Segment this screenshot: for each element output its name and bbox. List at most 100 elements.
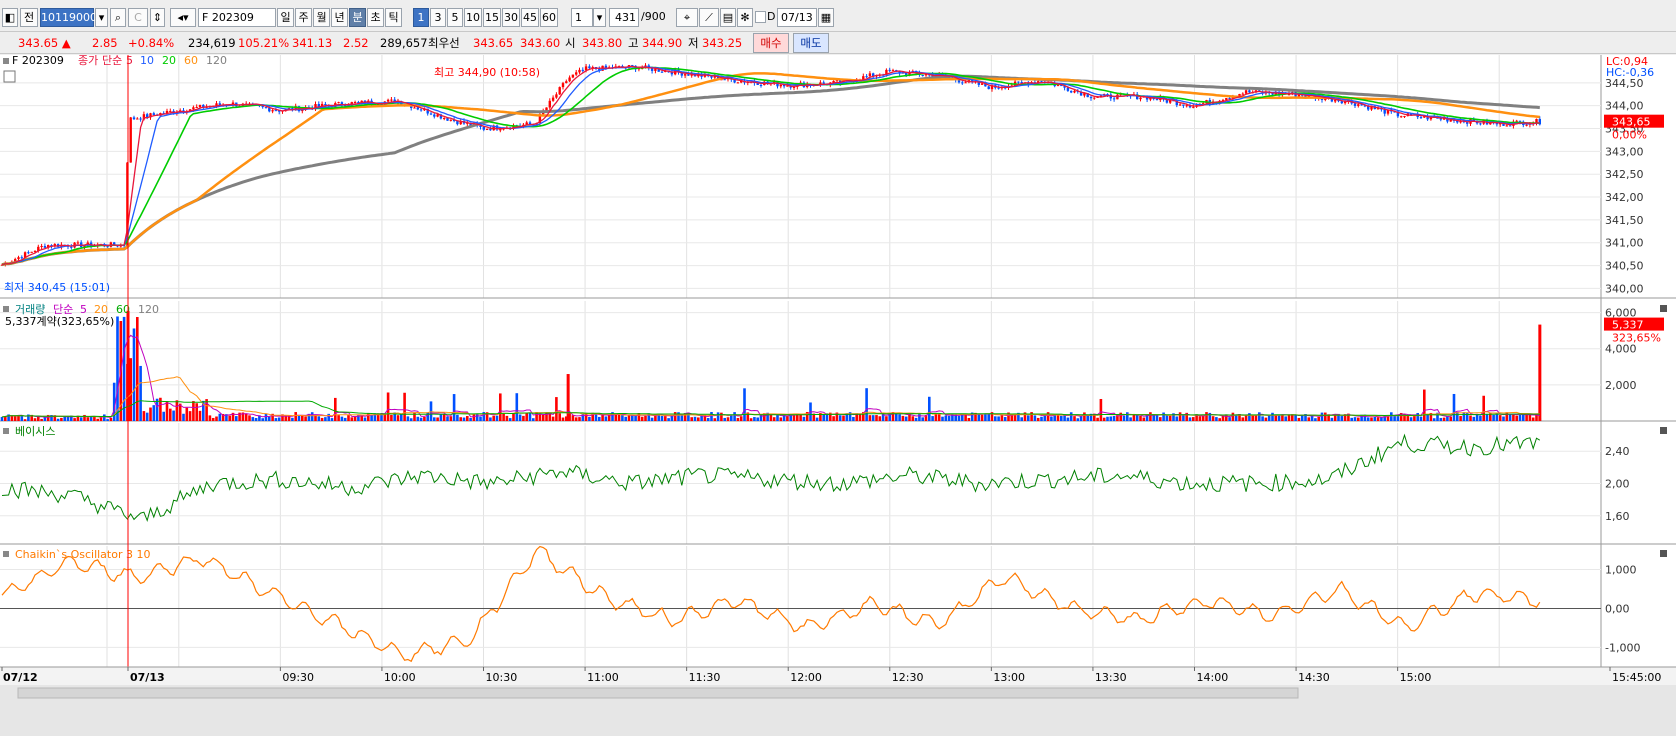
sell-button[interactable]: 매도 [793,33,829,53]
theory-price: 341.13 [292,36,333,50]
period-tab-5[interactable]: 초 [367,8,384,27]
calendar-icon[interactable]: ▦ [818,8,834,27]
minute-button-30[interactable]: 30 [502,8,520,27]
period-tab-2[interactable]: 월 [313,8,330,27]
candle-body [429,113,433,115]
volume-bar [1106,416,1109,421]
minute-button-60[interactable]: 60 [540,8,558,27]
volume-bar [1525,414,1528,421]
volume-bar [1261,416,1264,421]
volume-bar [1040,416,1043,421]
volume-bar [1053,415,1056,421]
symbol-field[interactable]: F 202309 [198,8,276,27]
layout-icon[interactable]: ◧ [2,8,18,27]
volume-bar [1432,418,1436,421]
volume-bar [475,413,479,421]
interval-field[interactable]: 1 [571,8,593,27]
time-axis-label-9: 13:00 [993,671,1025,684]
candle-body [888,69,891,71]
chart-area[interactable]: 344,50 344,00 343,50 343,00 342,50 342,00 341,… [0,55,1676,736]
price-legend-5: 60 [184,55,198,67]
candle-body [70,246,73,248]
candle-body [264,107,268,109]
basis-value: 2.52 [343,36,369,50]
volume-bar [977,413,981,421]
volume-bar [172,410,175,421]
date-field[interactable]: 07/13 [777,8,817,27]
count-field[interactable]: 431 [609,8,639,27]
volume-bar [152,405,156,421]
volume-bar [921,417,924,421]
candle-body [139,118,142,120]
candle-body [561,83,565,88]
candle-body [1525,124,1528,126]
hc-label: HC:-0,36 [1606,66,1654,79]
last-volume-pct: 323,65% [1612,332,1661,345]
time-axis-label-8: 12:30 [892,671,924,684]
gear-icon[interactable]: ✻ [737,8,753,27]
volume-bar [1300,415,1304,421]
volume-bar [1271,412,1274,421]
quote-bar: 343.65 ▲ 2.85 +0.84% 234,619 105.21% 341… [0,32,1676,54]
volume-bar [1505,412,1509,421]
volume-bar [1231,412,1235,421]
volume-bar [852,416,855,421]
volume-bar [561,417,565,421]
search-icon[interactable]: ⌕ [110,8,126,27]
crosshair-icon[interactable]: ⌖ [676,8,698,27]
candle-body [683,74,687,76]
period-tab-6[interactable]: 틱 [385,8,402,27]
interval-dropdown-icon[interactable]: ▾ [593,8,606,27]
buy-button[interactable]: 매수 [753,33,789,53]
volume-bar [730,414,733,421]
spin-icon[interactable]: ⇕ [150,8,165,27]
volume-bar [1479,415,1482,421]
chart-canvas[interactable]: 344,50344,00343,50343,00342,50342,00341,… [0,55,1676,736]
volume-bar [690,417,693,421]
minute-button-5[interactable]: 5 [447,8,463,27]
volume-ma5-line [1,334,1540,419]
compare-button[interactable]: C [128,8,148,27]
minute-button-1[interactable]: 1 [413,8,429,27]
period-tab-0[interactable]: 일 [277,8,294,27]
period-tab-4[interactable]: 분 [349,8,366,27]
candle-body [132,117,136,120]
volume-bar [842,415,845,421]
history-icon[interactable]: ◂▾ [170,8,196,27]
volume-bar [1502,416,1505,421]
code-input[interactable]: 10119000 [40,8,97,27]
candle-body [1017,81,1020,83]
minute-button-3[interactable]: 3 [430,8,446,27]
save-icon[interactable]: ▤ [720,8,736,27]
draw-tool-icon[interactable]: ⟋ [699,8,719,27]
volume-bar [1376,417,1380,421]
ask-price: 343.65 [473,36,514,50]
volume-bar [436,417,439,421]
volume-bar [1393,415,1396,421]
volume-bar [495,415,499,421]
ma5-line [1,65,1540,266]
minute-button-15[interactable]: 15 [483,8,501,27]
date-checkbox[interactable] [755,11,766,23]
period-tab-3[interactable]: 년 [331,8,348,27]
all-button[interactable]: 전 [20,8,38,27]
minute-button-45[interactable]: 45 [521,8,539,27]
volume-bar [875,415,878,421]
volume-bar [994,416,997,421]
candle-body [390,99,393,101]
price-legend-2: 5 [126,55,133,67]
volume-bar [60,417,63,421]
code-dropdown-icon[interactable]: ▾ [95,8,108,27]
period-tab-1[interactable]: 주 [295,8,312,27]
volume-bar [621,415,624,421]
candle-body [43,246,47,248]
candle-body [1353,103,1357,106]
candle-body [865,76,868,78]
minute-button-10[interactable]: 10 [464,8,482,27]
candle-body [571,74,575,78]
volume-bar [456,414,459,421]
candle-body [1357,104,1360,106]
panel-close-icon [1660,305,1667,312]
volume-bar [1126,412,1129,421]
volume-bar [1096,417,1099,421]
